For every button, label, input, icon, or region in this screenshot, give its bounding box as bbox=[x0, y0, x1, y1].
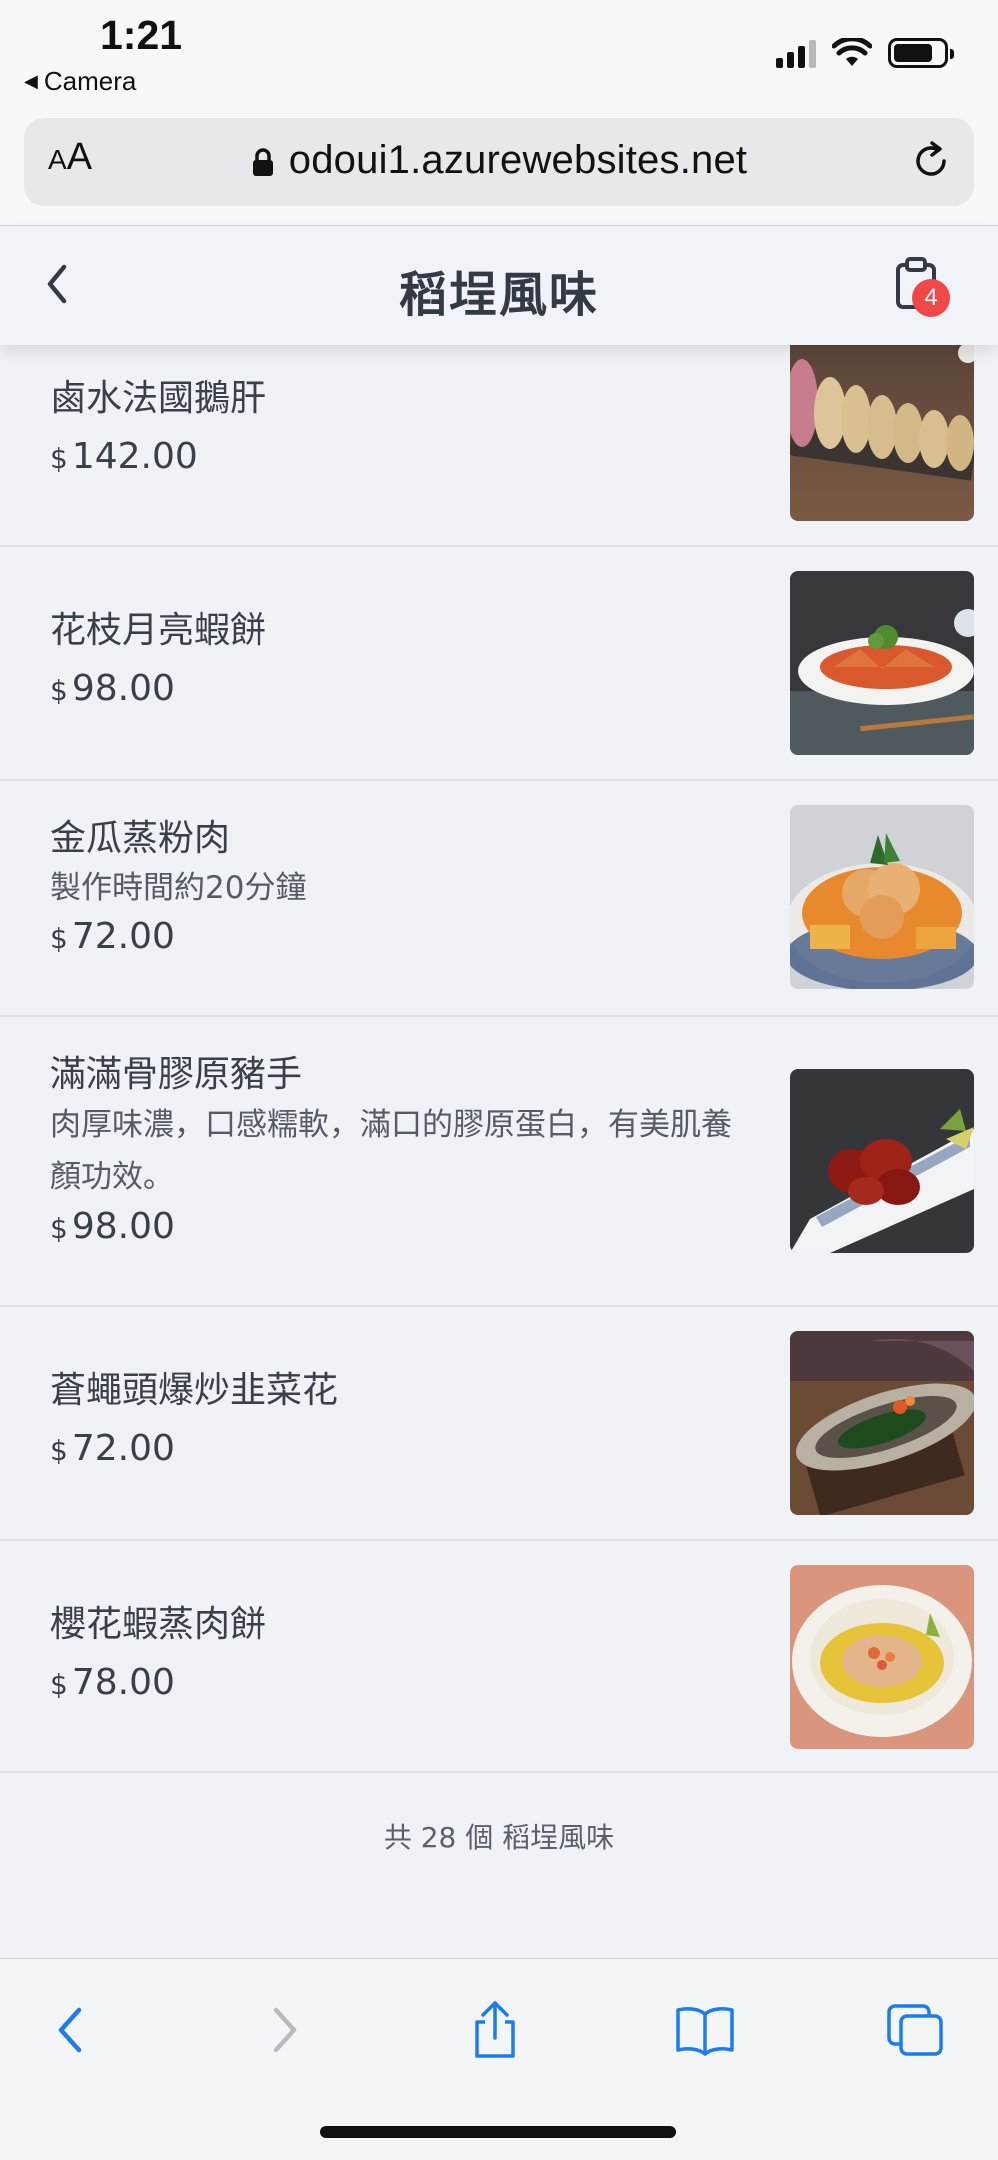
bookmarks-button[interactable] bbox=[670, 1995, 740, 2065]
menu-item-text: 滿滿骨膠原豬手 肉厚味濃，口感糯軟，滿口的膠原蛋白，有美肌養顏功效。 $98.0… bbox=[50, 1051, 758, 1253]
list-summary: 共 28 個 稻埕風味 bbox=[383, 1821, 615, 1854]
cellular-signal-icon bbox=[776, 38, 816, 68]
currency-symbol: $ bbox=[50, 1434, 68, 1467]
menu-item-text: 花枝月亮蝦餅 $98.00 bbox=[50, 607, 758, 715]
price-value: 98.00 bbox=[71, 1206, 175, 1247]
menu-item[interactable]: 花枝月亮蝦餅 $98.00 bbox=[0, 547, 998, 781]
menu-item-price: $78.00 bbox=[50, 1659, 758, 1709]
menu-item-name: 櫻花蝦蒸肉餅 bbox=[50, 1604, 267, 1645]
menu-item[interactable]: 金瓜蒸粉肉 製作時間約20分鐘 $72.00 bbox=[0, 781, 998, 1017]
menu-item[interactable]: 滿滿骨膠原豬手 肉厚味濃，口感糯軟，滿口的膠原蛋白，有美肌養顏功效。 $98.0… bbox=[0, 1017, 998, 1307]
app-header: 稻埕風味 4 bbox=[0, 227, 998, 345]
home-indicator bbox=[320, 2126, 676, 2138]
cart-count-badge: 4 bbox=[912, 279, 950, 317]
status-icons bbox=[776, 38, 954, 68]
back-triangle-icon: ◀ bbox=[24, 71, 38, 91]
browser-address-area: AA odoui1.azurewebsites.net bbox=[0, 110, 998, 226]
lock-icon bbox=[252, 148, 273, 176]
menu-item-price: $98.00 bbox=[50, 665, 758, 715]
currency-symbol: $ bbox=[50, 1212, 68, 1245]
price-value: 72.00 bbox=[71, 1428, 175, 1469]
menu-item-name: 蒼蠅頭爆炒韭菜花 bbox=[50, 1370, 339, 1411]
pumpkin-pork-photo bbox=[790, 805, 974, 989]
pork-knuckle-photo bbox=[790, 1069, 974, 1253]
menu-item[interactable]: 櫻花蝦蒸肉餅 $78.00 bbox=[0, 1541, 998, 1773]
page-title: 稻埕風味 bbox=[398, 267, 599, 323]
currency-symbol: $ bbox=[50, 922, 68, 955]
currency-symbol: $ bbox=[50, 1668, 68, 1701]
menu-item-text: 櫻花蝦蒸肉餅 $78.00 bbox=[50, 1601, 758, 1709]
currency-symbol: $ bbox=[50, 442, 68, 475]
menu-item[interactable]: 蒼蠅頭爆炒韭菜花 $72.00 bbox=[0, 1307, 998, 1541]
shrimp-cake-photo bbox=[790, 571, 974, 755]
back-icon bbox=[58, 2007, 82, 2053]
foie-gras-photo bbox=[790, 343, 974, 521]
menu-item-description: 製作時間約20分鐘 bbox=[50, 870, 307, 906]
screen: 1:21 ◀ Camera AA odoui1.azurewebsites.ne… bbox=[0, 0, 998, 2160]
chive-flower-photo bbox=[790, 1331, 974, 1515]
menu-item-price: $98.00 bbox=[50, 1203, 758, 1253]
menu-item-price: $72.00 bbox=[50, 913, 758, 963]
menu-item-price: $142.00 bbox=[50, 433, 758, 483]
menu-item[interactable]: 鹵水法國鵝肝 $142.00 bbox=[0, 343, 998, 547]
menu-list: 鹵水法國鵝肝 $142.00 花枝月亮蝦餅 $ 98.00 金瓜蒸粉肉 製作時間… bbox=[0, 343, 998, 1773]
price-value: 72.00 bbox=[71, 916, 175, 957]
battery-icon bbox=[888, 38, 954, 68]
back-app-label: Camera bbox=[43, 66, 137, 96]
share-button[interactable] bbox=[460, 1995, 530, 2065]
cart-button[interactable]: 4 bbox=[894, 257, 954, 317]
back-button[interactable] bbox=[35, 1995, 105, 2065]
share-icon bbox=[475, 2001, 515, 2058]
url-text: odoui1.azurewebsites.net bbox=[288, 138, 748, 182]
forward-button[interactable] bbox=[250, 1995, 320, 2065]
bookmarks-icon bbox=[676, 2007, 734, 2056]
menu-item-name: 金瓜蒸粉肉 bbox=[50, 818, 231, 859]
wifi-icon bbox=[832, 38, 872, 66]
menu-item-description: 肉厚味濃，口感糯軟，滿口的膠原蛋白，有美肌養顏功效。 bbox=[50, 1107, 732, 1195]
menu-item-text: 鹵水法國鵝肝 $142.00 bbox=[50, 375, 758, 483]
currency-symbol: $ bbox=[50, 674, 68, 707]
sakura-shrimp-patty-photo bbox=[790, 1565, 974, 1749]
menu-item-price: $72.00 bbox=[50, 1425, 758, 1475]
tabs-icon bbox=[887, 2004, 943, 2056]
menu-item-text: 蒼蠅頭爆炒韭菜花 $72.00 bbox=[50, 1367, 758, 1475]
status-bar: 1:21 ◀ Camera bbox=[0, 0, 998, 110]
menu-item-name: 花枝月亮蝦餅 bbox=[50, 610, 267, 651]
menu-item-name: 滿滿骨膠原豬手 bbox=[50, 1054, 303, 1095]
url-bar[interactable]: AA odoui1.azurewebsites.net bbox=[24, 118, 974, 206]
status-time: 1:21 bbox=[100, 12, 183, 58]
price-value: 78.00 bbox=[71, 1662, 175, 1703]
forward-icon bbox=[273, 2007, 297, 2053]
price-value: 98.00 bbox=[71, 668, 175, 709]
url-display[interactable]: odoui1.azurewebsites.net bbox=[24, 138, 974, 183]
tabs-button[interactable] bbox=[880, 1995, 950, 2065]
back-to-app-link[interactable]: ◀ Camera bbox=[24, 66, 136, 97]
reload-icon[interactable] bbox=[910, 140, 952, 182]
menu-item-text: 金瓜蒸粉肉 製作時間約20分鐘 $72.00 bbox=[50, 815, 758, 963]
menu-item-name: 鹵水法國鵝肝 bbox=[50, 378, 267, 419]
price-value: 142.00 bbox=[71, 436, 198, 477]
